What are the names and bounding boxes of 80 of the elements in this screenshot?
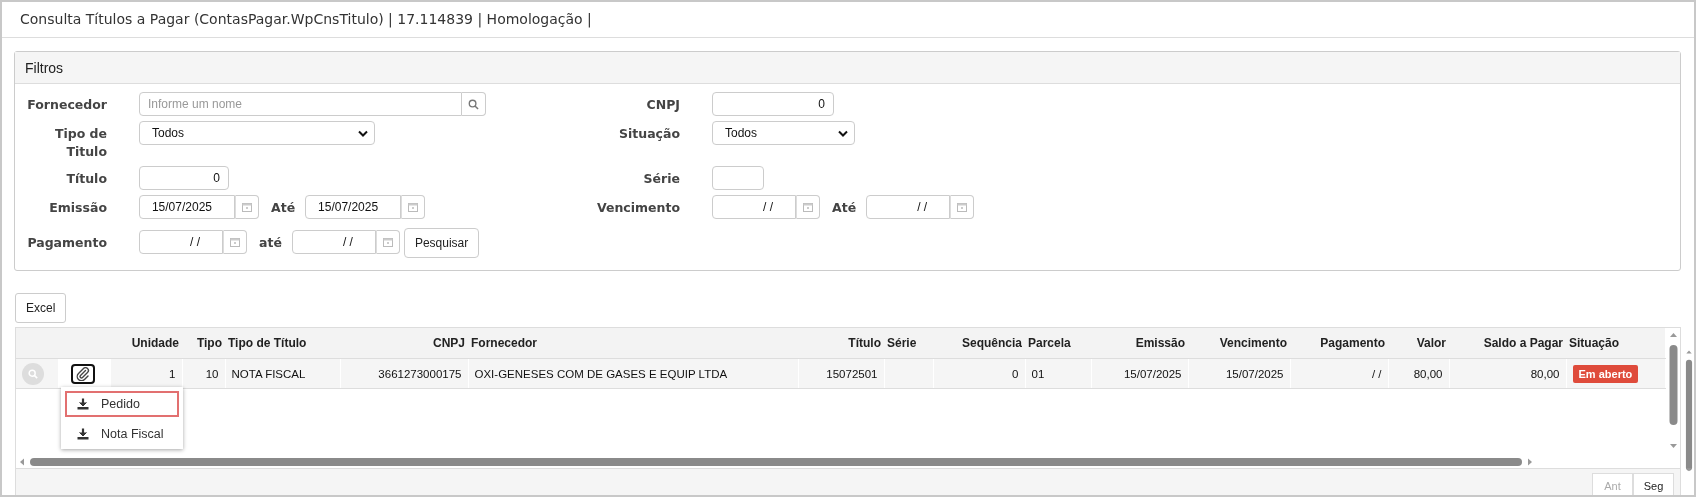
- input-field[interactable]: [712, 166, 764, 190]
- date-field[interactable]: / /: [139, 230, 223, 254]
- download-icon: [77, 428, 89, 440]
- input-field[interactable]: 0: [139, 166, 229, 190]
- field-label: Até: [832, 199, 857, 217]
- field-label: Título: [65, 170, 107, 188]
- field-label: Vencimento: [596, 199, 680, 217]
- column-header: Série: [884, 328, 933, 359]
- date-field[interactable]: 15/07/2025: [305, 195, 402, 219]
- table-cell: 80,00: [1388, 358, 1449, 389]
- column-header: Emissão: [1091, 328, 1188, 359]
- calendar-icon: [803, 202, 813, 212]
- dropdown[interactable]: Todos: [139, 121, 375, 145]
- pager-button[interactable]: Seg: [1633, 473, 1674, 495]
- field-label: Pagamento: [26, 234, 107, 252]
- table-cell: 80,00: [1449, 358, 1566, 389]
- chevron-down-icon: [358, 129, 368, 137]
- date-field[interactable]: / /: [291, 230, 376, 254]
- calendar-icon: [382, 237, 393, 247]
- table-cell: / /: [1290, 358, 1388, 389]
- view-button[interactable]: [22, 362, 44, 385]
- column-header: Saldo a Pagar: [1449, 328, 1566, 359]
- status-badge: Em aberto: [1572, 364, 1639, 383]
- date-field[interactable]: / /: [866, 195, 951, 219]
- column-header: Tipo: [182, 328, 225, 359]
- search-field[interactable]: Informe um nome: [139, 92, 462, 116]
- field-label: Fornecedor: [26, 96, 107, 114]
- field-label: Tipo de Titulo: [53, 125, 107, 161]
- table-cell: 3661273000175: [340, 358, 468, 389]
- column-header: Tipo de Título: [225, 328, 340, 359]
- paperclip-icon: [75, 366, 90, 381]
- window-title: Consulta Títulos a Pagar (ContasPagar.WpCnsTitulo) | 17.114839 | Homologação |: [20, 10, 593, 30]
- download-icon: [77, 398, 89, 410]
- column-header: Vencimento: [1188, 328, 1290, 359]
- date-field[interactable]: 15/07/2025: [139, 195, 235, 219]
- calendar-button[interactable]: [375, 230, 400, 254]
- search-icon: [28, 368, 38, 379]
- field-label: Série: [642, 170, 680, 188]
- chevron-down-icon: [838, 129, 848, 137]
- field-label: Até: [271, 199, 296, 217]
- calendar-button[interactable]: [223, 230, 247, 254]
- column-header: Situação: [1566, 328, 1665, 359]
- table-cell: OXI-GENESES COM DE GASES E EQUIP LTDA: [468, 358, 798, 389]
- field-label: CNPJ: [645, 96, 680, 114]
- search-button[interactable]: Pesquisar: [403, 228, 480, 258]
- table-cell: 0: [933, 358, 1025, 389]
- table-cell: NOTA FISCAL: [225, 358, 340, 389]
- input-field[interactable]: 0: [712, 92, 834, 116]
- calendar-button[interactable]: [235, 195, 259, 219]
- calendar-icon: [242, 202, 252, 212]
- table-cell: 15/07/2025: [1188, 358, 1290, 389]
- column-header: Sequência: [933, 328, 1025, 359]
- column-header: Parcela: [1025, 328, 1091, 359]
- column-header: Valor: [1388, 328, 1449, 359]
- field-label: até: [259, 234, 282, 252]
- search-icon: [468, 98, 479, 110]
- calendar-icon: [230, 237, 240, 247]
- column-header: Unidade: [110, 328, 182, 359]
- calendar-button[interactable]: [950, 195, 975, 219]
- menu-item[interactable]: Pedido: [65, 391, 179, 417]
- table-cell: 01: [1025, 358, 1091, 389]
- field-label: Situação: [617, 125, 680, 143]
- table-cell: 15072501: [798, 358, 884, 389]
- excel-button[interactable]: Excel: [15, 293, 67, 323]
- date-field[interactable]: / /: [712, 195, 796, 219]
- search-button[interactable]: [462, 92, 486, 116]
- table-cell: 1: [110, 358, 182, 389]
- attach-button[interactable]: [70, 363, 95, 384]
- column-header: Pagamento: [1290, 328, 1388, 359]
- table-cell: 15/07/2025: [1091, 358, 1188, 389]
- calendar-icon: [408, 202, 419, 212]
- column-header: Título: [798, 328, 884, 359]
- calendar-icon: [957, 202, 968, 212]
- calendar-button[interactable]: [401, 195, 426, 219]
- column-header: Fornecedor: [468, 328, 798, 359]
- dropdown[interactable]: Todos: [712, 121, 855, 145]
- calendar-button[interactable]: [796, 195, 820, 219]
- panel-title: Filtros: [25, 59, 64, 76]
- field-label: Emissão: [48, 199, 107, 217]
- column-header: CNPJ: [340, 328, 468, 359]
